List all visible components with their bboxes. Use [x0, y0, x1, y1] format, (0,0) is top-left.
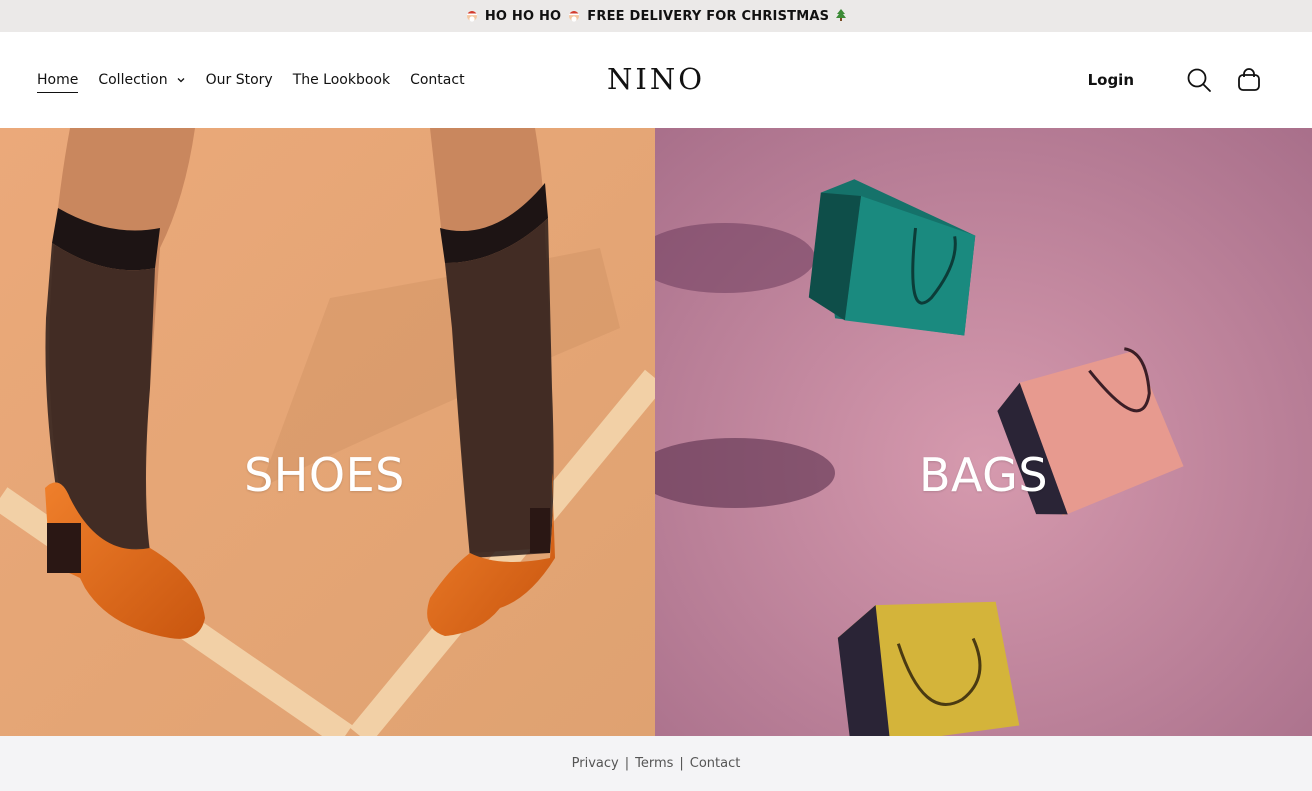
bags-category-tile[interactable]: BAGS	[655, 128, 1312, 736]
login-link[interactable]: Login	[1088, 71, 1134, 89]
footer-link-terms[interactable]: Terms	[635, 756, 673, 771]
footer-link-contact[interactable]: Contact	[690, 756, 741, 771]
shoes-photo	[0, 128, 655, 736]
site-footer: Privacy | Terms | Contact	[0, 736, 1312, 791]
announcement-text-2: FREE DELIVERY FOR CHRISTMAS	[587, 8, 830, 24]
header-actions: Login	[1088, 32, 1262, 128]
brand-logo[interactable]: NINO	[607, 62, 705, 96]
chevron-down-icon	[177, 78, 185, 83]
hero-categories: SHOES BAGS	[0, 128, 1312, 736]
santa-icon	[465, 8, 479, 25]
bags-photo	[655, 128, 1312, 736]
announcement-bar: HO HO HO FREE DELIVERY FOR CHRISTMAS	[0, 0, 1312, 32]
bags-category-label: BAGS	[918, 448, 1049, 502]
nav-item-our-story[interactable]: Our Story	[206, 72, 273, 88]
shoes-category-tile[interactable]: SHOES	[0, 128, 655, 736]
nav-item-collection[interactable]: Collection	[98, 72, 185, 88]
nav-item-lookbook[interactable]: The Lookbook	[293, 72, 390, 88]
announcement-text: HO HO HO	[484, 8, 562, 24]
santa-icon	[567, 8, 581, 25]
footer-separator: |	[679, 756, 684, 771]
nav-item-contact[interactable]: Contact	[410, 72, 464, 88]
nav-item-home[interactable]: Home	[37, 72, 79, 93]
site-header: Home Collection Our Story The Lookbook C…	[0, 32, 1312, 128]
shopping-bag-icon[interactable]	[1236, 67, 1262, 93]
christmas-tree-icon	[835, 8, 847, 25]
shoes-category-label: SHOES	[244, 448, 405, 502]
footer-separator: |	[624, 756, 630, 771]
search-icon[interactable]	[1186, 67, 1212, 93]
footer-link-privacy[interactable]: Privacy	[572, 756, 619, 771]
main-nav: Home Collection Our Story The Lookbook C…	[37, 32, 485, 128]
nav-item-collection-label: Collection	[98, 72, 168, 88]
